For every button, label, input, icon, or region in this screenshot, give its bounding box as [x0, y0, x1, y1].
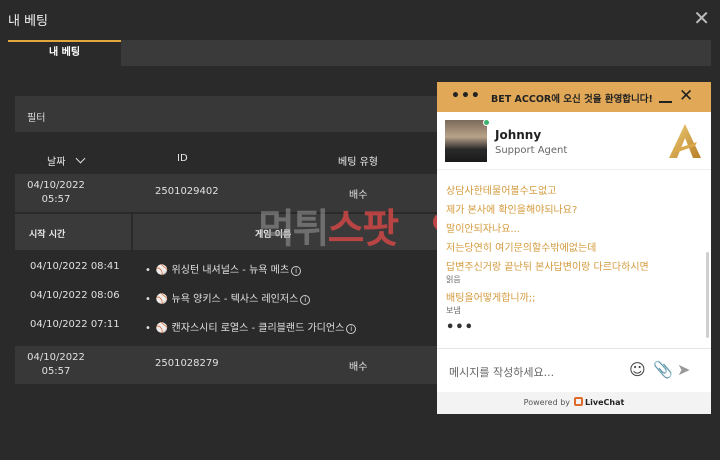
tab-my-bets[interactable]: 내 베팅	[8, 40, 121, 66]
chat-message: 제가 본사에 확인을해야되나요?	[446, 205, 578, 216]
table-header: 날짜 ID 베팅 유형	[15, 144, 440, 172]
agent-role: Support Agent	[495, 145, 568, 156]
baseball-icon: ⚾	[155, 265, 169, 276]
game-name: 위싱턴 내셔널스 - 뉴욕 메츠	[171, 265, 290, 276]
bullet-icon: •	[145, 323, 151, 334]
chat-message: 저는당연히 여기문의할수밖에없는데	[446, 243, 597, 254]
bet-row[interactable]: 04/10/2022 05:57 2501028279 배수	[15, 346, 440, 384]
message-input-bar: 메시지를 작성하세요... ☺ 📎 ➤	[437, 348, 711, 392]
game-row: 04/10/2022 08:06 • ⚾ 뉴욕 양키스 - 텍사스 레인저스 i	[15, 283, 440, 311]
game-name: 캔자스시티 로열스 - 클리블랜드 가디언스	[171, 323, 345, 334]
bet-date: 04/10/2022 05:57	[15, 351, 97, 379]
window-titlebar: 내 베팅 ✕	[0, 0, 720, 38]
chat-header: ••• BET ACCOR에 오신 것을 환영합니다! ✕	[437, 82, 711, 112]
online-status-icon	[483, 119, 490, 126]
sent-status: 보냄	[446, 306, 461, 315]
powered-by-footer[interactable]: Powered by LiveChat	[437, 392, 711, 414]
send-icon[interactable]: ➤	[677, 360, 690, 379]
bet-date-day: 04/10/2022	[27, 180, 85, 191]
emoji-icon[interactable]: ☺	[629, 360, 646, 379]
date-header-label: 날짜	[47, 157, 66, 168]
filter-bar[interactable]: 필터	[15, 96, 440, 132]
chat-close-icon[interactable]: ✕	[679, 87, 693, 105]
bet-row[interactable]: 04/10/2022 05:57 2501029402 배수	[15, 174, 440, 212]
agent-card: Johnny Support Agent	[437, 112, 711, 170]
chat-title: BET ACCOR에 오신 것을 환영합니다!	[491, 94, 653, 105]
bullet-icon: •	[145, 294, 151, 305]
info-icon[interactable]: i	[300, 295, 311, 305]
chat-message: 배팅을어떻게합니까;;	[446, 293, 536, 304]
chat-message: 답변주신거랑 끝난뒤 본사답변이랑 다르다하시면	[446, 262, 649, 273]
tab-bar: 내 베팅	[8, 40, 711, 66]
filter-label: 필터	[27, 113, 46, 124]
game-name-header: 게임 이름	[255, 230, 292, 240]
minimize-icon[interactable]	[659, 101, 672, 103]
message-partial: ··· ···	[446, 170, 468, 175]
message-input[interactable]: 메시지를 작성하세요...	[449, 364, 554, 380]
game-name: 뉴욕 양키스 - 텍사스 레인저스	[171, 294, 299, 305]
game-start-time: 04/10/2022 07:11	[30, 319, 120, 330]
bullet-icon: •	[145, 265, 151, 276]
typing-indicator: •••	[446, 320, 474, 335]
bet-type-header: 베팅 유형	[338, 157, 378, 168]
game-subheader: 시작 시간 게임 이름	[15, 214, 440, 250]
date-sort-header[interactable]: 날짜	[47, 153, 86, 168]
game-row: 04/10/2022 07:11 • ⚾ 캔자스시티 로열스 - 클리블랜드 가디…	[15, 312, 440, 340]
info-icon[interactable]: i	[291, 266, 302, 276]
chevron-down-icon	[75, 153, 86, 164]
window-title: 내 베팅	[8, 14, 49, 29]
bet-id: 2501028279	[155, 358, 219, 369]
game-row: 04/10/2022 08:41 • ⚾ 위싱턴 내셔널스 - 뉴욕 메츠 i	[15, 254, 440, 282]
info-icon[interactable]: i	[346, 324, 357, 334]
livechat-brand: LiveChat	[585, 398, 625, 407]
accor-logo-icon	[669, 124, 701, 158]
bet-date: 04/10/2022 05:57	[15, 179, 97, 207]
chat-message: 말이안되자나요...	[446, 224, 520, 235]
bet-id: 2501029402	[155, 186, 219, 197]
bet-odds: 배수	[349, 362, 368, 373]
id-header: ID	[177, 153, 188, 164]
baseball-icon: ⚾	[155, 323, 169, 334]
livechat-logo-icon	[574, 397, 584, 406]
attachment-icon[interactable]: 📎	[653, 360, 673, 379]
agent-name: Johnny	[495, 128, 542, 142]
livechat-widget: ••• BET ACCOR에 오신 것을 환영합니다! ✕ Johnny Sup…	[437, 82, 711, 414]
game-start-time: 04/10/2022 08:06	[30, 290, 120, 301]
bet-odds: 배수	[349, 190, 368, 201]
game-start-time: 04/10/2022 08:41	[30, 261, 120, 272]
bet-date-day: 04/10/2022	[27, 352, 85, 363]
chat-message: 상담사한테물어볼수도없고	[446, 186, 557, 197]
start-time-header: 시작 시간	[15, 214, 133, 250]
message-list: ··· ··· 상담사한테물어볼수도없고 제가 본사에 확인을해야되나요? 말이…	[437, 170, 711, 338]
powered-by-label: Powered by	[523, 398, 571, 407]
read-status: 읽음	[446, 275, 461, 284]
more-options-icon[interactable]: •••	[451, 88, 481, 104]
close-icon[interactable]: ✕	[693, 8, 710, 28]
bet-date-time: 05:57	[41, 366, 71, 377]
chat-scrollbar[interactable]	[706, 252, 709, 338]
bet-date-time: 05:57	[41, 194, 71, 205]
avatar	[445, 120, 487, 162]
baseball-icon: ⚾	[155, 294, 169, 305]
